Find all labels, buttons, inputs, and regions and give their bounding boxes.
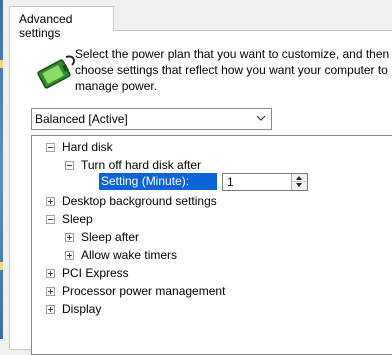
chevron-down-icon bbox=[256, 115, 266, 121]
expand-icon[interactable] bbox=[65, 251, 74, 260]
tree-label: Turn off hard disk after bbox=[81, 158, 202, 172]
power-settings-tree: Hard disk Turn off hard disk after Setti… bbox=[31, 135, 392, 355]
stepper-up-button[interactable] bbox=[292, 174, 307, 182]
stepper-down-button[interactable] bbox=[292, 182, 307, 190]
expand-icon[interactable] bbox=[46, 197, 55, 206]
collapse-icon[interactable] bbox=[46, 215, 55, 224]
tree-label: Hard disk bbox=[62, 140, 113, 154]
expand-icon[interactable] bbox=[46, 269, 55, 278]
collapse-icon[interactable] bbox=[65, 161, 74, 170]
tree-label: Processor power management bbox=[62, 284, 226, 298]
expand-icon[interactable] bbox=[65, 233, 74, 242]
tree-label: Allow wake timers bbox=[81, 248, 178, 262]
stepper-buttons bbox=[291, 174, 307, 190]
power-battery-icon bbox=[37, 55, 75, 89]
tree-label: Sleep bbox=[62, 212, 93, 226]
setting-minute-value[interactable]: 1 bbox=[227, 175, 234, 189]
collapse-icon[interactable] bbox=[46, 143, 55, 152]
expand-icon[interactable] bbox=[46, 287, 55, 296]
power-plan-dropdown[interactable]: Balanced [Active] bbox=[31, 108, 272, 130]
arrow-down-icon bbox=[296, 183, 302, 187]
tree-label: Sleep after bbox=[81, 230, 140, 244]
tree-label: Desktop background settings bbox=[62, 194, 217, 208]
advanced-settings-panel: Select the power plan that you want to c… bbox=[9, 30, 392, 355]
tab-advanced-settings[interactable]: Advanced settings bbox=[9, 6, 114, 40]
tree-label: Display bbox=[62, 302, 102, 316]
background-window-edge bbox=[0, 0, 3, 339]
expand-icon[interactable] bbox=[46, 305, 55, 314]
background-window-mark bbox=[0, 262, 3, 270]
background-window-mark bbox=[0, 60, 3, 68]
setting-minute-stepper[interactable]: 1 bbox=[222, 173, 308, 191]
arrow-up-icon bbox=[296, 176, 302, 180]
tree-label: PCI Express bbox=[62, 266, 129, 280]
setting-minute-label: Setting (Minute): bbox=[99, 173, 217, 190]
plan-description: Select the power plan that you want to c… bbox=[75, 47, 390, 93]
power-plan-value: Balanced [Active] bbox=[35, 112, 128, 126]
